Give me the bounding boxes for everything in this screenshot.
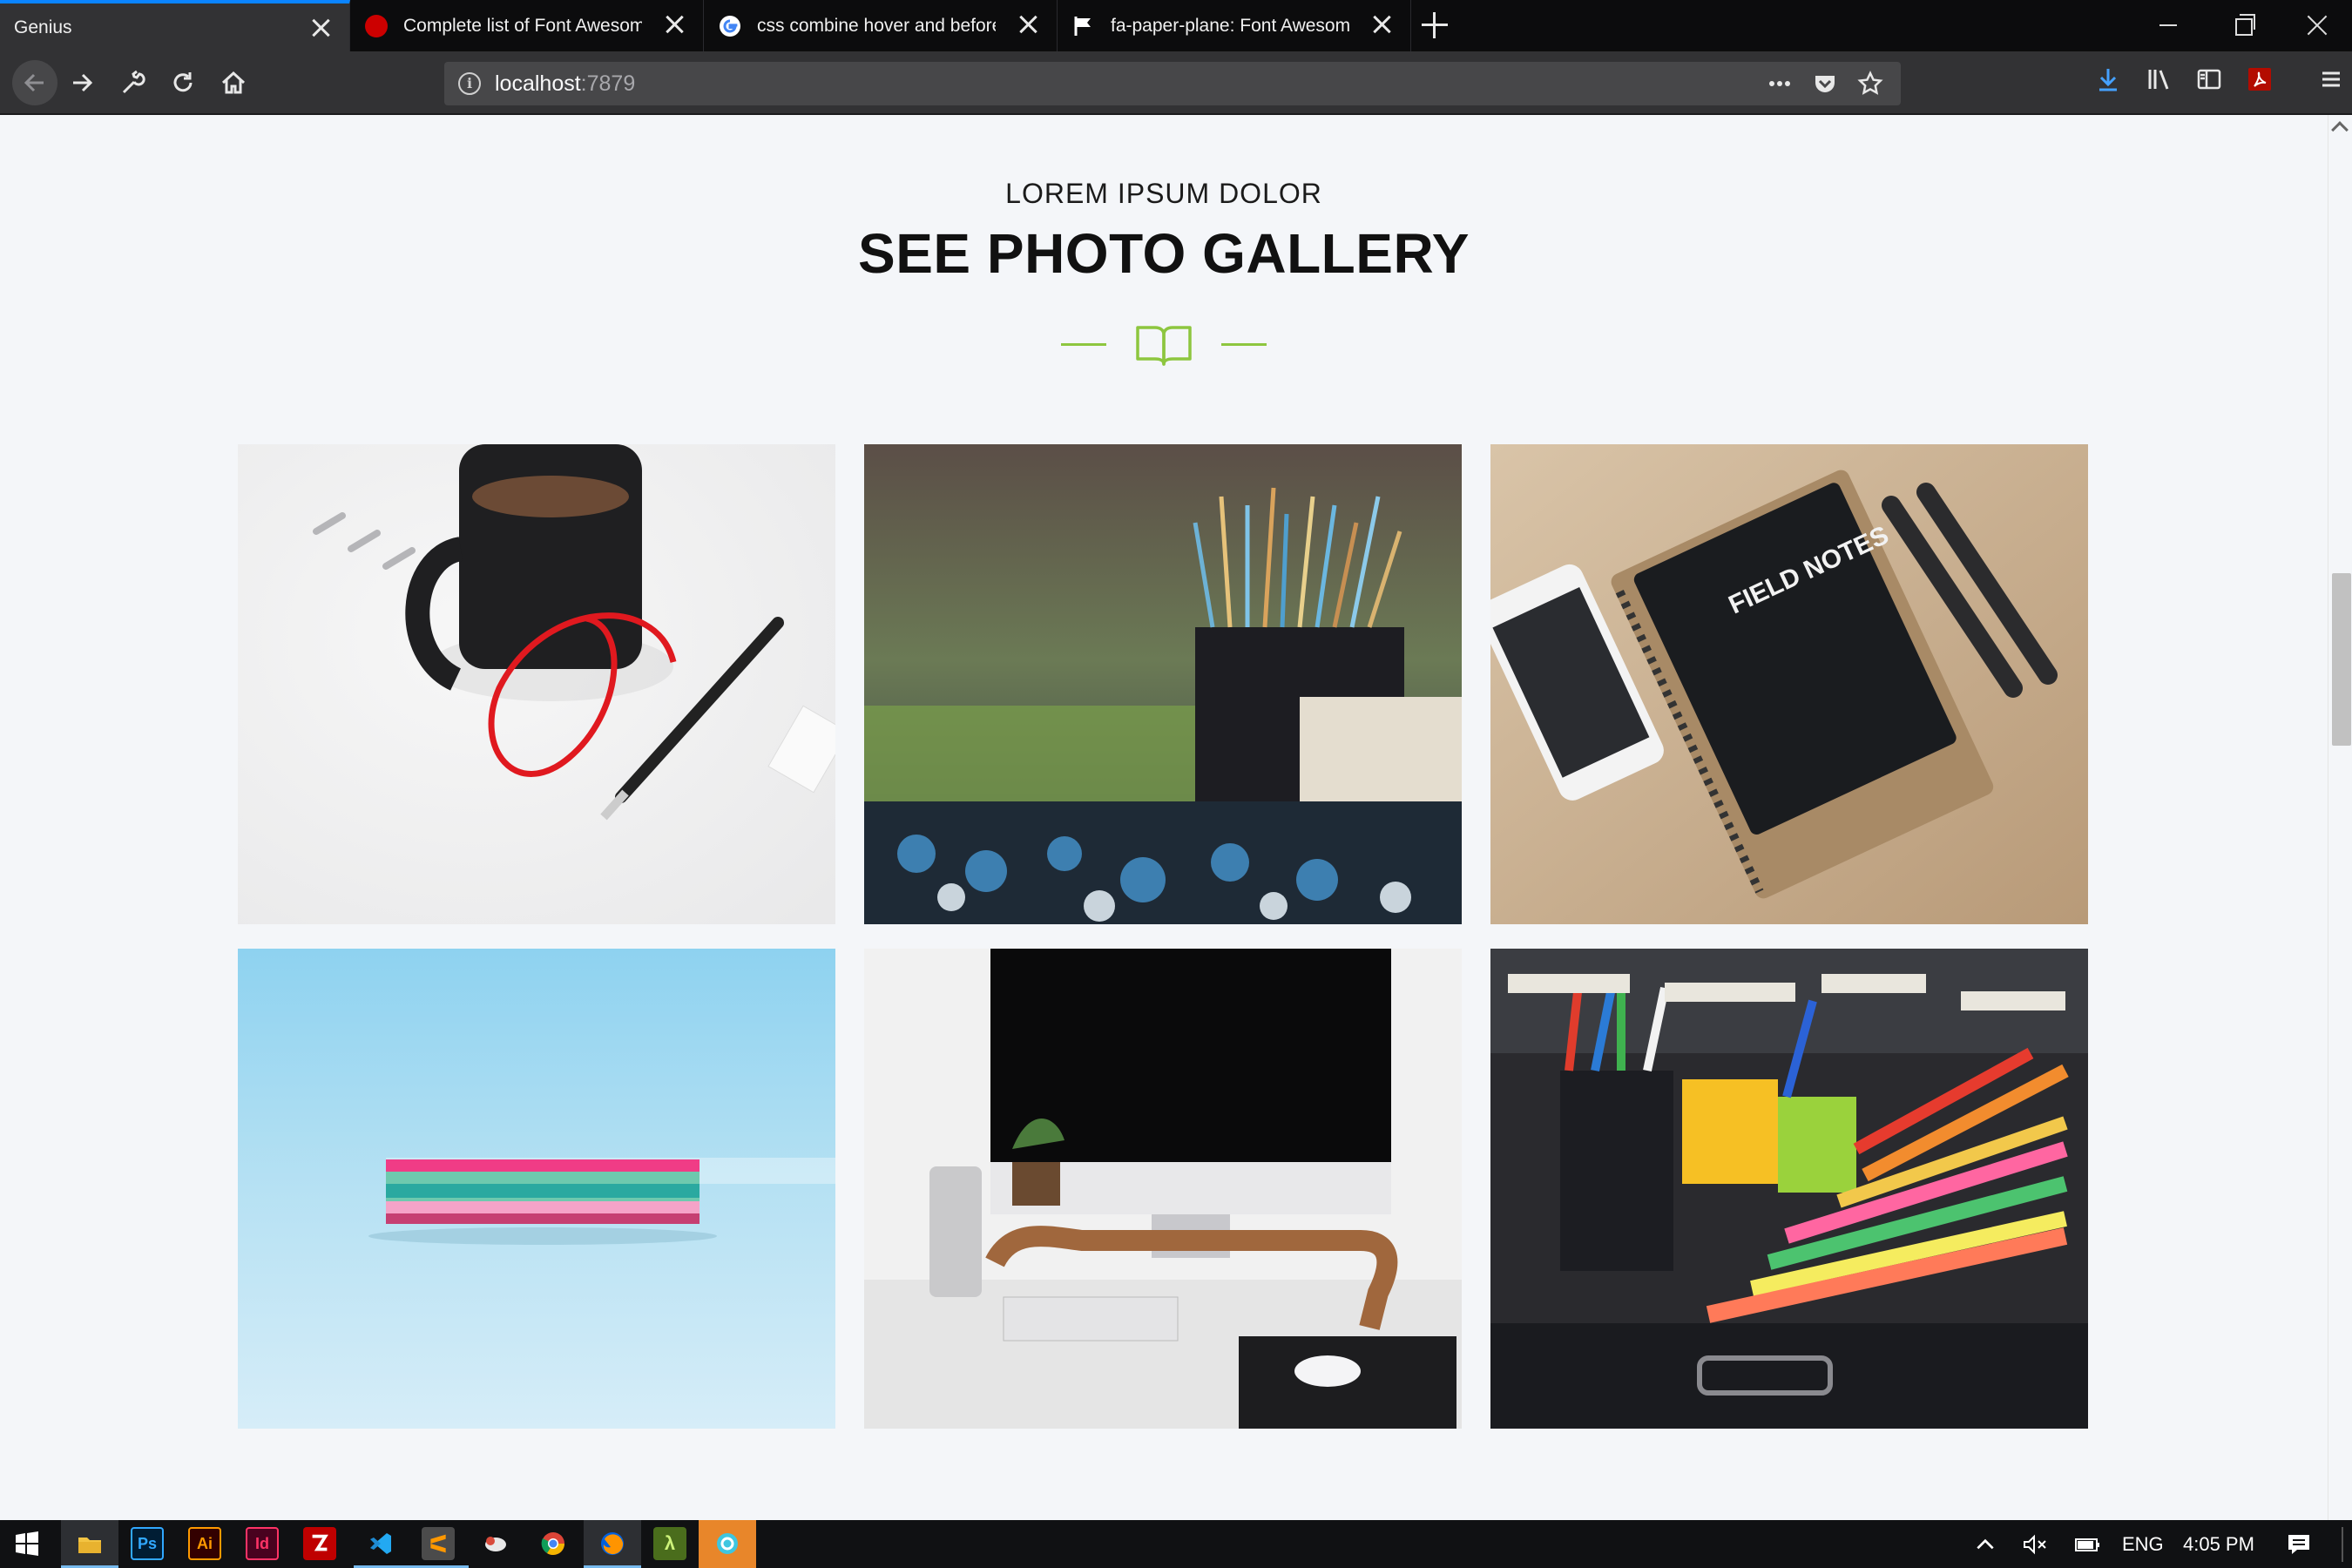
- downloads-icon[interactable]: [2094, 65, 2122, 93]
- tab-font-awesome-list[interactable]: Complete list of Font Awesome: [351, 0, 704, 51]
- book-open-icon: [1136, 326, 1192, 366]
- paint-brushes-image: [864, 444, 1462, 924]
- title-divider: [1059, 317, 1268, 369]
- gallery-photo-field-notes[interactable]: FIELD NOTES: [1490, 444, 2088, 924]
- pdf-icon[interactable]: [2246, 65, 2274, 93]
- tab-google-search[interactable]: css combine hover and before: [705, 0, 1058, 51]
- photoshop-icon[interactable]: Ps: [131, 1527, 164, 1560]
- tab-title: Complete list of Font Awesome: [403, 15, 642, 36]
- tab-genius[interactable]: Genius: [0, 0, 350, 51]
- divider-line: [1221, 343, 1267, 346]
- battery-charging-icon: [2075, 1538, 2099, 1551]
- chevron-up-icon: [1977, 1538, 1994, 1549]
- home-button[interactable]: [214, 64, 253, 102]
- close-tab-icon[interactable]: [1370, 13, 1393, 36]
- sticky-notes-image: [238, 949, 835, 1429]
- home-icon: [221, 71, 246, 94]
- tab-title: css combine hover and before: [757, 15, 996, 36]
- indesign-icon[interactable]: Id: [246, 1527, 279, 1560]
- arrow-left-icon: [24, 73, 44, 92]
- minimize-window-button[interactable]: [2157, 12, 2183, 38]
- chrome-icon[interactable]: [537, 1527, 570, 1560]
- url-text[interactable]: localhost:7879: [495, 71, 635, 97]
- google-g-icon: [719, 15, 741, 37]
- coffee-mug-image: [238, 444, 835, 924]
- vscode-icon[interactable]: [364, 1527, 397, 1560]
- section-title: SEE PHOTO GALLERY: [858, 222, 1470, 285]
- navigation-toolbar: i localhost:7879: [0, 51, 2352, 115]
- app-icon[interactable]: [711, 1527, 744, 1560]
- back-button[interactable]: [12, 60, 57, 105]
- pocket-icon[interactable]: [1812, 71, 1838, 97]
- show-desktop-button[interactable]: [2342, 1527, 2343, 1562]
- page-scrollbar[interactable]: [2328, 115, 2352, 1520]
- arrow-right-icon: [73, 73, 93, 92]
- close-tab-icon[interactable]: [1017, 13, 1039, 36]
- library-icon[interactable]: [2145, 65, 2173, 93]
- gallery-photo-sticky-notes[interactable]: [238, 949, 835, 1429]
- notification-icon: [2288, 1534, 2309, 1554]
- more-actions-icon[interactable]: [1767, 71, 1793, 97]
- divider-line: [1061, 343, 1106, 346]
- reload-icon: [173, 72, 193, 92]
- gallery-photo-stationery-box[interactable]: [1490, 949, 2088, 1429]
- url-port: :7879: [580, 71, 636, 96]
- bookmark-star-icon[interactable]: [1857, 71, 1883, 97]
- windows-taskbar: Ps Ai Id λ ENG 4:05 PM: [0, 1520, 2352, 1568]
- scroll-up-arrow-icon[interactable]: [2331, 121, 2349, 139]
- gallery-photo-coffee-mug[interactable]: [238, 444, 835, 924]
- url-bar[interactable]: i localhost:7879: [444, 62, 1901, 105]
- firefox-icon[interactable]: [596, 1527, 629, 1560]
- system-clock[interactable]: 4:05 PM: [2183, 1520, 2254, 1568]
- close-tab-icon[interactable]: [309, 17, 332, 39]
- stationery-box-image: [1490, 949, 2088, 1429]
- flag-icon: [1072, 15, 1095, 37]
- new-tab-button[interactable]: [1422, 12, 1448, 38]
- bird-app-icon[interactable]: [479, 1527, 512, 1560]
- url-host: localhost: [495, 71, 581, 96]
- file-explorer-icon[interactable]: [73, 1527, 106, 1560]
- info-icon[interactable]: i: [458, 72, 481, 95]
- tab-strip: Genius Complete list of Font Awesome css…: [0, 0, 2352, 51]
- red-circle-icon: [365, 15, 388, 37]
- developer-tools-button[interactable]: [113, 64, 152, 102]
- restore-window-button[interactable]: [2232, 12, 2258, 38]
- windows-start-icon[interactable]: [10, 1527, 44, 1560]
- page-content: LOREM IPSUM DOLOR SEE PHOTO GALLERY FIEL…: [0, 115, 2328, 1520]
- imac-desk-image: [864, 949, 1462, 1429]
- sublime-icon[interactable]: [422, 1527, 455, 1560]
- field-notes-image: FIELD NOTES: [1490, 444, 2088, 924]
- action-center-button[interactable]: [2286, 1520, 2312, 1568]
- volume-muted-button[interactable]: [2023, 1520, 2049, 1568]
- wrench-icon: [122, 70, 145, 94]
- gallery-photo-imac-desk[interactable]: [864, 949, 1462, 1429]
- tab-title: fa-paper-plane: Font Awesome: [1111, 15, 1349, 36]
- battery-button[interactable]: [2073, 1520, 2101, 1568]
- illustrator-icon[interactable]: Ai: [188, 1527, 221, 1560]
- close-window-button[interactable]: [2304, 12, 2330, 38]
- language-indicator[interactable]: ENG: [2122, 1520, 2164, 1568]
- scrollbar-thumb[interactable]: [2332, 573, 2351, 746]
- hamburger-menu-icon[interactable]: [2317, 65, 2345, 93]
- section-kicker: LOREM IPSUM DOLOR: [1005, 178, 1322, 209]
- close-tab-icon[interactable]: [663, 13, 686, 36]
- forward-button[interactable]: [63, 64, 101, 102]
- filezilla-icon[interactable]: [303, 1527, 336, 1560]
- reload-button[interactable]: [164, 64, 202, 102]
- tab-fa-paper-plane[interactable]: fa-paper-plane: Font Awesome: [1058, 0, 1411, 51]
- speaker-muted-icon: [2024, 1534, 2046, 1554]
- lambda-icon[interactable]: λ: [653, 1527, 686, 1560]
- show-hidden-icons-button[interactable]: [1974, 1520, 1997, 1568]
- sidebar-icon[interactable]: [2195, 65, 2223, 93]
- gallery-photo-paint-brushes[interactable]: [864, 444, 1462, 924]
- tab-title: Genius: [14, 17, 72, 37]
